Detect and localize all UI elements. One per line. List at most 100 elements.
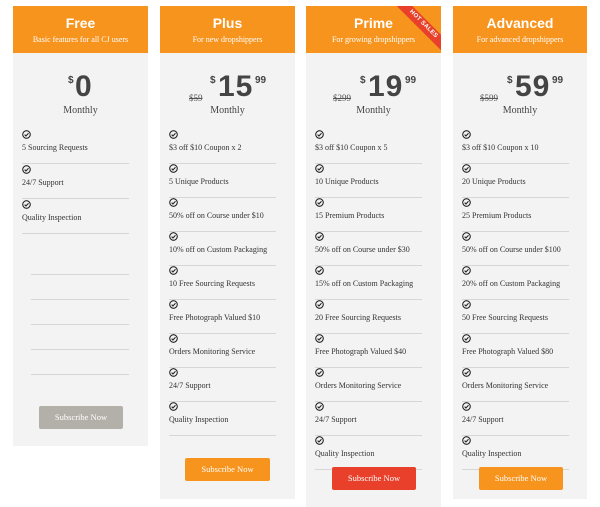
price-amount: 0 <box>75 70 93 103</box>
feature-item: Quality Inspection <box>22 200 129 234</box>
price-cents: 99 <box>552 75 564 86</box>
price-amount: 59 <box>515 70 551 103</box>
feature-label: 20% off on Custom Packaging <box>462 279 561 288</box>
feature-item: $3 off $10 Coupon x 10 <box>462 130 569 164</box>
feature-item: 50% off on Course under $30 <box>315 232 422 266</box>
check-circle-icon <box>169 368 178 377</box>
plan-subtitle: Basic features for all CJ users <box>32 35 129 44</box>
plan-header: Prime For growing dropshippers HOT SALES <box>306 6 441 53</box>
feature-item: 24/7 Support <box>22 165 129 199</box>
feature-label: 50% off on Course under $100 <box>462 245 561 254</box>
feature-item: 24/7 Support <box>315 402 422 436</box>
feature-label: Quality Inspection <box>462 449 522 458</box>
check-circle-icon <box>462 266 471 275</box>
feature-label: 24/7 Support <box>315 415 357 424</box>
feature-label: Free Photograph Valued $10 <box>169 313 261 322</box>
price-block: $299 $ 19 99 Monthly <box>306 53 441 123</box>
original-price: $599 <box>480 93 498 103</box>
feature-label: Free Photograph Valued $40 <box>315 347 407 356</box>
feature-label: Orders Monitoring Service <box>315 381 402 390</box>
plan-name: Free <box>65 15 96 31</box>
feature-label: Free Photograph Valued $80 <box>462 347 554 356</box>
check-circle-icon <box>462 402 471 411</box>
feature-label: 5 Unique Products <box>169 177 229 186</box>
feature-item: 10% off on Custom Packaging <box>169 232 276 266</box>
feature-item: Quality Inspection <box>315 436 422 470</box>
feature-label: Quality Inspection <box>315 449 375 458</box>
feature-item: 50% off on Course under $100 <box>462 232 569 266</box>
feature-item: Free Photograph Valued $40 <box>315 334 422 368</box>
price-cents: 99 <box>405 75 417 86</box>
empty-divider <box>31 349 129 350</box>
feature-label: 5 Sourcing Requests <box>22 143 88 152</box>
plan-name: Plus <box>212 15 243 31</box>
feature-label: 15 Premium Products <box>315 211 385 220</box>
feature-item: $3 off $10 Coupon x 5 <box>315 130 422 164</box>
feature-label: 15% off on Custom Packaging <box>315 279 414 288</box>
check-circle-icon <box>462 164 471 173</box>
check-circle-icon <box>462 436 471 445</box>
check-circle-icon <box>315 334 324 343</box>
check-circle-icon <box>462 300 471 309</box>
feature-label: $3 off $10 Coupon x 2 <box>169 143 242 152</box>
plan-card-advanced: Advanced For advanced dropshippers $599 … <box>453 6 587 499</box>
check-circle-icon <box>22 165 31 174</box>
feature-label: Quality Inspection <box>169 415 229 424</box>
check-circle-icon <box>315 232 324 241</box>
feature-item: 25 Premium Products <box>462 198 569 232</box>
check-circle-icon <box>462 130 471 139</box>
feature-item: Orders Monitoring Service <box>169 334 276 368</box>
feature-label: 24/7 Support <box>169 381 211 390</box>
check-circle-icon <box>462 368 471 377</box>
feature-label: 10 Free Sourcing Requests <box>169 279 255 288</box>
price-block: $ 0 Monthly <box>13 53 148 123</box>
billing-period: Monthly <box>63 105 98 116</box>
check-circle-icon <box>22 200 31 209</box>
feature-label: 10% off on Custom Packaging <box>169 245 268 254</box>
check-circle-icon <box>462 334 471 343</box>
subscribe-button[interactable]: Subscribe Now <box>479 467 563 490</box>
currency-symbol: $ <box>68 75 74 86</box>
feature-item: 15% off on Custom Packaging <box>315 266 422 300</box>
empty-divider <box>31 374 129 375</box>
feature-label: 25 Premium Products <box>462 211 532 220</box>
feature-item: Quality Inspection <box>462 436 569 470</box>
check-circle-icon <box>315 130 324 139</box>
check-circle-icon <box>169 164 178 173</box>
plan-card-plus: Plus For new dropshippers $59 $ 15 99 Mo… <box>160 6 295 499</box>
feature-item: 20% off on Custom Packaging <box>462 266 569 300</box>
plan-card-prime: Prime For growing dropshippers HOT SALES… <box>306 6 441 507</box>
currency-symbol: $ <box>210 75 216 86</box>
check-circle-icon <box>169 198 178 207</box>
check-circle-icon <box>315 368 324 377</box>
original-price: $299 <box>333 93 351 103</box>
feature-item: Quality Inspection <box>169 402 276 436</box>
feature-label: 24/7 Support <box>462 415 504 424</box>
feature-label: 50 Free Sourcing Requests <box>462 313 548 322</box>
subscribe-button[interactable]: Subscribe Now <box>332 467 416 490</box>
plan-card-free: Free Basic features for all CJ users $ 0… <box>13 6 148 446</box>
check-circle-icon <box>22 130 31 139</box>
plan-header: Free Basic features for all CJ users <box>13 6 148 53</box>
subscribe-button[interactable]: Subscribe Now <box>185 458 270 481</box>
feature-label: 50% off on Course under $30 <box>315 245 410 254</box>
price-block: $599 $ 59 99 Monthly <box>453 53 587 123</box>
feature-item: 50 Free Sourcing Requests <box>462 300 569 334</box>
feature-item: 24/7 Support <box>462 402 569 436</box>
subscribe-button[interactable]: Subscribe Now <box>39 406 123 429</box>
check-circle-icon <box>169 300 178 309</box>
price-amount: 15 <box>218 70 254 103</box>
price-block: $59 $ 15 99 Monthly <box>160 53 295 123</box>
original-price: $59 <box>189 93 203 103</box>
billing-period: Monthly <box>210 105 245 116</box>
feature-label: Quality Inspection <box>22 213 82 222</box>
plan-header: Plus For new dropshippers <box>160 6 295 53</box>
check-circle-icon <box>315 198 324 207</box>
feature-item: Free Photograph Valued $80 <box>462 334 569 368</box>
currency-symbol: $ <box>360 75 366 86</box>
feature-item: Free Photograph Valued $10 <box>169 300 276 334</box>
billing-period: Monthly <box>356 105 391 116</box>
feature-item: 15 Premium Products <box>315 198 422 232</box>
plan-header: Advanced For advanced dropshippers <box>453 6 587 53</box>
plan-name: Advanced <box>486 15 554 31</box>
